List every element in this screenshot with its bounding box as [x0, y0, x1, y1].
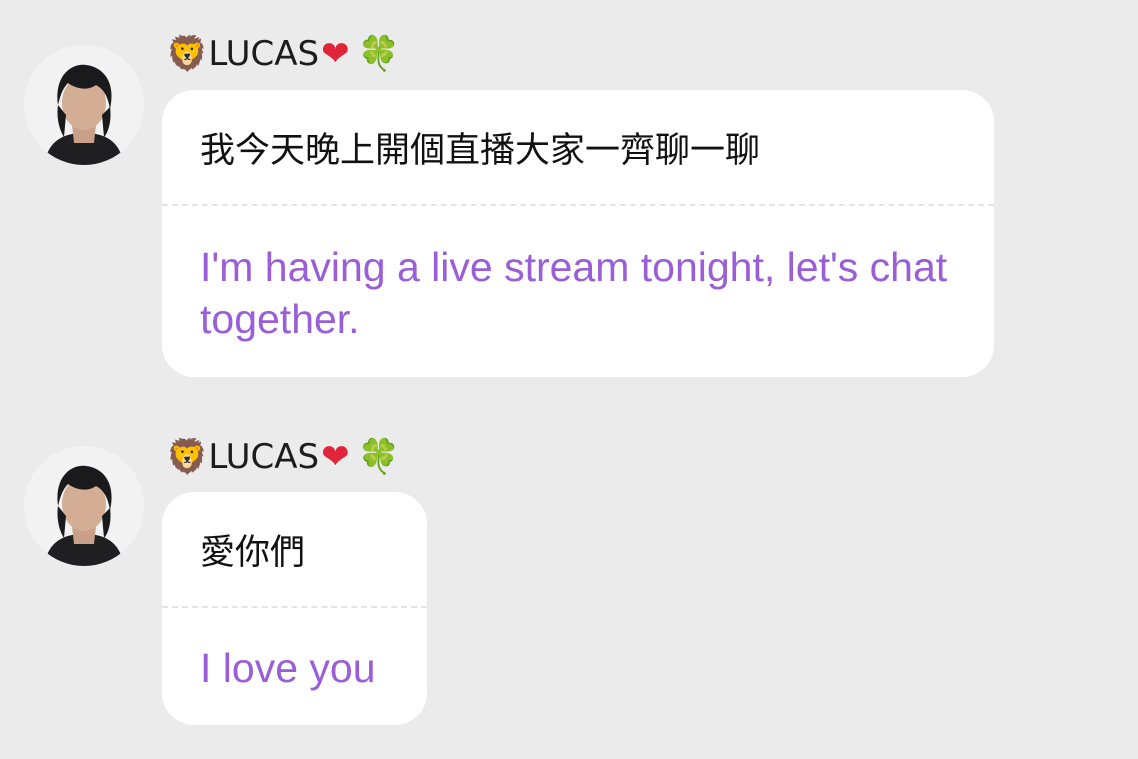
- avatar-photo-icon: [24, 45, 144, 165]
- sender-name[interactable]: 🦁 LUCAS ❤ 🍀: [166, 434, 400, 480]
- clover-emoji-icon: 🍀: [357, 437, 400, 477]
- original-text: 我今天晚上開個直播大家一齊聊一聊: [200, 130, 761, 171]
- heart-emoji-icon: ❤: [321, 437, 350, 477]
- avatar-photo-icon: [24, 446, 144, 566]
- message-bubble[interactable]: 愛你們 I love you: [162, 492, 427, 725]
- translation-text: I love you: [200, 645, 376, 691]
- message-bubble[interactable]: 我今天晚上開個直播大家一齊聊一聊 I'm having a live strea…: [162, 90, 994, 377]
- lion-emoji-icon: 🦁: [166, 437, 209, 477]
- sender-name-label: LUCAS: [208, 34, 320, 74]
- avatar[interactable]: [24, 446, 144, 566]
- translation-text: I'm having a live stream tonight, let's …: [200, 244, 948, 342]
- sender-name[interactable]: 🦁 LUCAS ❤ 🍀: [166, 31, 400, 77]
- avatar[interactable]: [24, 45, 144, 165]
- heart-emoji-icon: ❤: [321, 34, 350, 74]
- sender-name-label: LUCAS: [208, 437, 320, 477]
- lion-emoji-icon: 🦁: [166, 34, 209, 74]
- clover-emoji-icon: 🍀: [357, 34, 400, 74]
- original-text: 愛你們: [200, 532, 306, 573]
